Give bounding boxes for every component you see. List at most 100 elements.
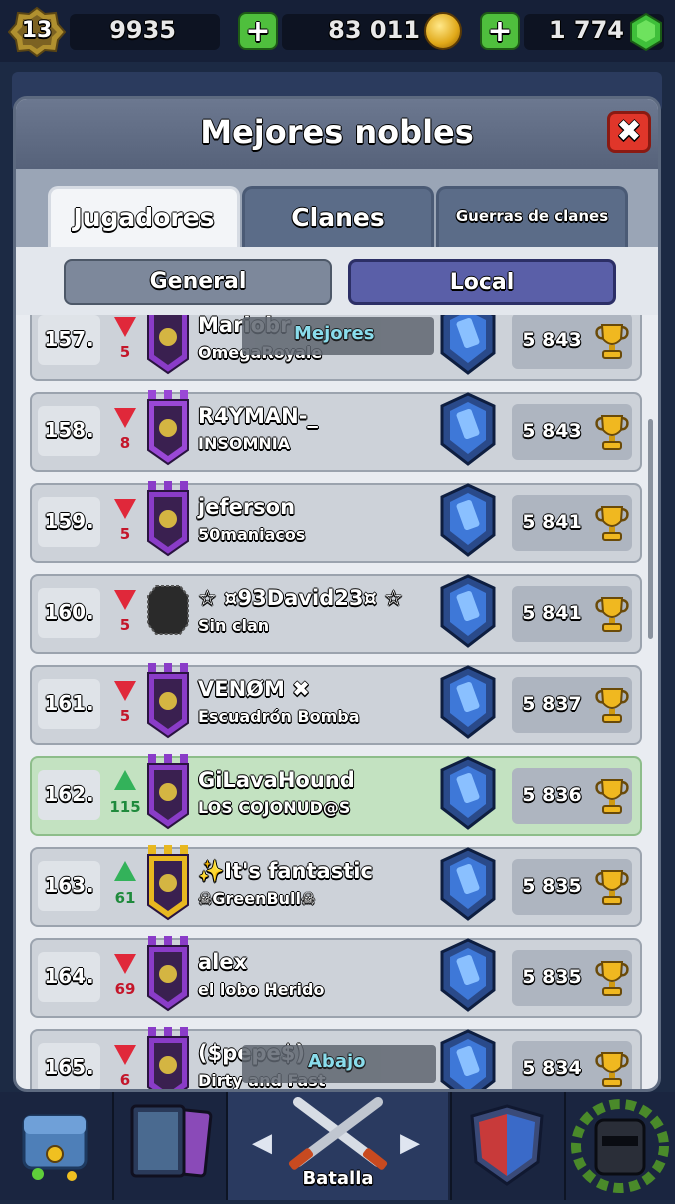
trophy-icon (595, 870, 629, 905)
list-scrollbar[interactable] (648, 419, 653, 639)
trophy-count: 5 837 (522, 693, 582, 715)
gem-icon (630, 12, 662, 52)
tab-clans-label: Clanes (291, 203, 385, 232)
trophy-icon (595, 961, 629, 996)
subtab-local[interactable]: Local (348, 259, 616, 305)
rank-number: 158. (44, 418, 94, 442)
player-name[interactable]: ☆ ¤93David23¤ ☆ (198, 586, 403, 610)
spain-flag-icon (147, 936, 189, 1012)
trophy-count: 5 834 (522, 1057, 582, 1079)
rank-change: 5 (119, 616, 131, 634)
rank-down-icon (114, 408, 136, 428)
cards-icon (130, 1104, 213, 1178)
arena-shield-icon (440, 847, 496, 921)
player-name[interactable]: jeferson (198, 495, 295, 519)
jump-to-top-button[interactable]: Mejores (242, 317, 434, 355)
nav-cards[interactable] (114, 1092, 224, 1200)
arena-shield-icon (440, 665, 496, 739)
trophy-icon (595, 597, 629, 632)
player-name[interactable]: R4YMAN-_ (198, 404, 318, 428)
player-name[interactable]: VENØM ✖ (198, 677, 310, 701)
tab-clan-wars[interactable]: Guerras de clanes (436, 186, 628, 250)
plus-icon: + (487, 14, 513, 49)
clan-name[interactable]: INSOMNIA (198, 434, 290, 453)
close-icon: ✖ (616, 114, 642, 149)
trophy-icon (595, 506, 629, 541)
rank-number: 161. (44, 691, 94, 715)
no-clan-icon (147, 585, 189, 635)
rank-change: 6 (119, 1071, 131, 1089)
leaderboard-row[interactable]: 163. 61 ✨It's fantastic ☠GreenBull☠ 5 835 (30, 845, 642, 927)
gold-coin-icon (424, 12, 462, 50)
leaderboard-list[interactable]: 157.5MariobrOmegaRoyale5 843158.8R4YMAN-… (16, 315, 658, 1089)
leaderboard-row[interactable]: 164. 69 alex el lobo Herido 5 835 (30, 936, 642, 1018)
lightning-icon (147, 390, 189, 466)
trophy-count: 5 835 (522, 966, 582, 988)
trophy-count: 5 841 (522, 602, 582, 624)
jump-to-top-label: Mejores (294, 323, 375, 344)
modal-title: Mejores nobles (200, 113, 474, 151)
lotus-icon (147, 481, 189, 557)
top-nobles-modal: Mejores nobles ✖ Jugadores Clanes Guerra… (13, 96, 661, 1092)
chevrons-icon (147, 315, 189, 375)
player-name[interactable]: alex (198, 950, 247, 974)
clan-name[interactable]: 50maniacos (198, 525, 305, 544)
arena-shield-icon (440, 1029, 496, 1089)
rank-down-icon (114, 954, 136, 974)
arena-shield-icon (440, 574, 496, 648)
rank-number: 165. (44, 1055, 94, 1079)
tabs-bar: Jugadores Clanes Guerras de clanes (16, 169, 658, 250)
battle-label: Batalla (302, 1168, 374, 1189)
modal-header: Mejores nobles ✖ (16, 99, 658, 169)
rank-change: 8 (119, 434, 131, 452)
clan-name[interactable]: LOS COJONUD@S (198, 798, 350, 817)
nav-shop[interactable] (0, 1092, 110, 1200)
leaderboard-row[interactable]: 160. 5 ☆ ¤93David23¤ ☆ Sin clan 5 841 (30, 574, 642, 654)
rank-change: 5 (119, 343, 131, 361)
close-button[interactable]: ✖ (607, 111, 651, 153)
player-name[interactable]: GiLavaHound (198, 768, 355, 792)
arena-shield-icon (440, 392, 496, 466)
clan-name[interactable]: el lobo Herido (198, 980, 324, 999)
rank-down-icon (114, 681, 136, 701)
knight-icon (147, 754, 189, 830)
nav-right-arrow[interactable]: ▶ (400, 1128, 420, 1158)
arena-shield-icon (440, 938, 496, 1012)
tab-clans[interactable]: Clanes (242, 186, 434, 250)
leaderboard-row[interactable]: 161. 5 VENØM ✖ Escuadrón Bomba 5 837 (30, 663, 642, 745)
rank-down-icon (114, 1045, 136, 1065)
nav-clan[interactable] (452, 1092, 562, 1200)
level-badge[interactable]: 13 (8, 6, 66, 58)
rank-down-icon (114, 590, 136, 610)
scope-switch: General Local (16, 247, 658, 315)
clan-name[interactable]: Escuadrón Bomba (198, 707, 360, 726)
jump-to-bottom-button[interactable]: Abajo (242, 1045, 436, 1083)
trophy-count: 5 843 (522, 420, 582, 442)
clan-name[interactable]: ☠GreenBull☠ (198, 889, 315, 908)
plus-icon: + (245, 14, 271, 49)
trophy-count: 5 843 (522, 329, 582, 351)
rank-number: 162. (44, 782, 94, 806)
tab-players-label: Jugadores (73, 203, 215, 232)
rank-number: 164. (44, 964, 94, 988)
leaderboard-row[interactable]: 159. 5 jeferson 50maniacos 5 841 (30, 481, 642, 563)
buy-gems-button[interactable]: + (480, 12, 520, 50)
tab-players[interactable]: Jugadores (48, 186, 240, 250)
rank-up-icon (114, 861, 136, 881)
bomb-icon (147, 663, 189, 739)
buy-gold-button[interactable]: + (238, 12, 278, 50)
nav-tournaments[interactable] (566, 1092, 675, 1200)
subtab-general[interactable]: General (64, 259, 332, 305)
clan-name[interactable]: Sin clan (198, 616, 269, 635)
rank-down-icon (114, 317, 136, 337)
leaderboard-row[interactable]: 162. 115 GiLavaHound LOS COJONUD@S 5 836 (30, 754, 642, 836)
player-name[interactable]: ✨It's fantastic (198, 859, 373, 884)
laurel-helmet-icon (571, 1099, 669, 1193)
leaderboard-row[interactable]: 158. 8 R4YMAN-_ INSOMNIA 5 843 (30, 390, 642, 472)
clover-icon (147, 845, 189, 921)
experience-value: 9935 (109, 16, 176, 44)
trophy-icon (595, 688, 629, 723)
nav-left-arrow[interactable]: ◀ (252, 1128, 272, 1158)
rank-number: 157. (44, 327, 94, 351)
rank-number: 159. (44, 509, 94, 533)
